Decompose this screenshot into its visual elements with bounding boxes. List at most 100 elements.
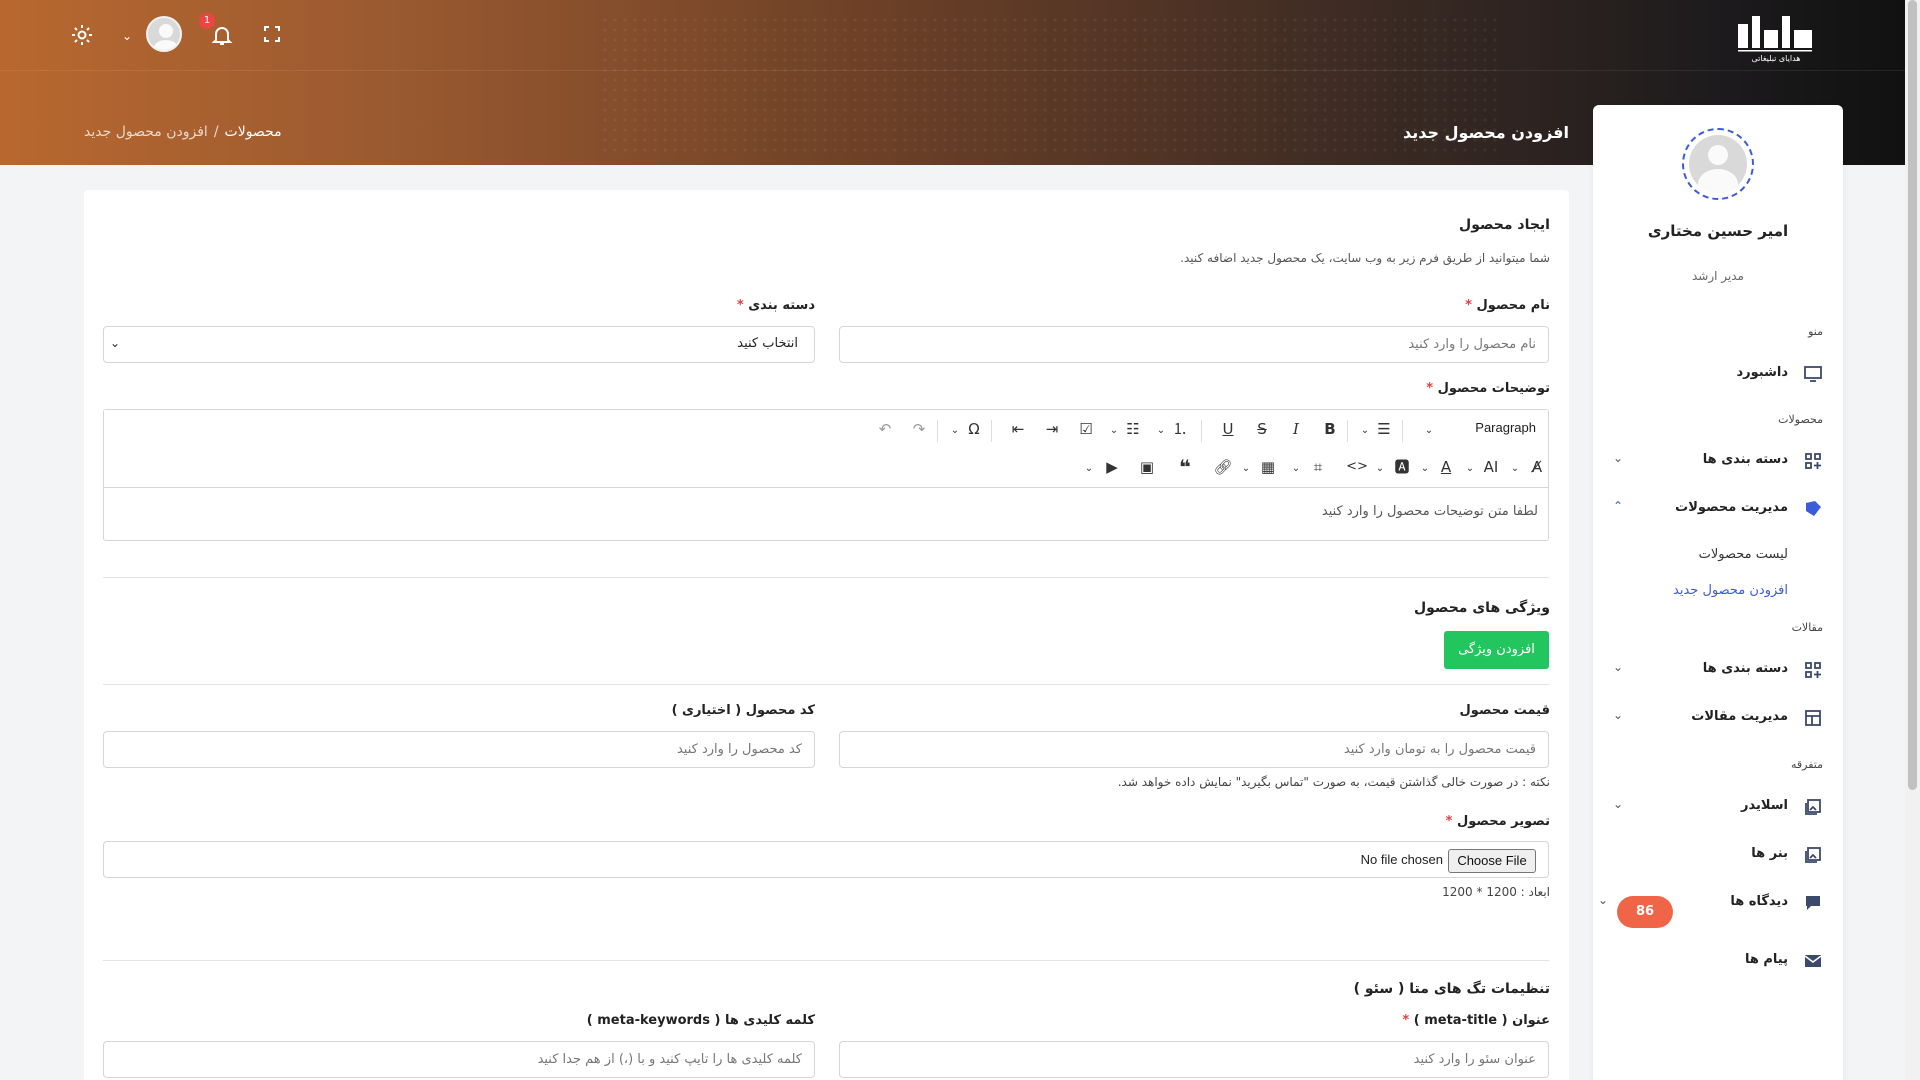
add-feature-button[interactable]: افزودن ویژگی: [1444, 631, 1549, 669]
user-role: مدیر ارشد: [1692, 269, 1744, 283]
divider: [103, 684, 1549, 685]
meta-keywords-input[interactable]: کلمه کلیدی ها را تایپ کنید و با (،) از ه…: [103, 1041, 815, 1078]
chevron-down-icon: ⌄: [1613, 451, 1624, 465]
image-icon[interactable]: ▣: [1135, 458, 1159, 478]
comments-count-badge: 86: [1617, 896, 1673, 928]
blockquote-icon[interactable]: ❝: [1173, 457, 1197, 478]
chevron-down-icon[interactable]: ⌄: [122, 24, 132, 48]
product-image-file-input[interactable]: Choose File No file chosen: [103, 841, 1549, 878]
logo[interactable]: هدایای تبلیغاتی: [1734, 10, 1818, 66]
numbered-list-icon[interactable]: ⒈: [1168, 420, 1192, 440]
choose-file-button[interactable]: Choose File: [1448, 849, 1536, 873]
toolbar-divider: [1201, 420, 1202, 442]
font-color-icon[interactable]: A: [1434, 458, 1458, 478]
font-background-color-icon[interactable]: 🅰: [1390, 458, 1414, 478]
meta-title-input[interactable]: عنوان سئو را وارد کنید: [839, 1041, 1549, 1078]
image-dimensions-note: ابعاد : 1200 * 1200: [1442, 885, 1550, 899]
product-code-input[interactable]: کد محصول را وارد کنید: [103, 731, 815, 768]
sidebar-item-label: دسته بندی ها: [1702, 661, 1788, 676]
chevron-down-icon[interactable]: ⌄: [1240, 460, 1252, 480]
undo-icon[interactable]: ↶: [873, 420, 897, 440]
world-map-pattern: [600, 15, 1500, 155]
images-icon: [1803, 797, 1823, 817]
italic-icon[interactable]: I: [1284, 420, 1308, 440]
sidebar-item-product-categories[interactable]: دسته بندی ها ⌄: [1613, 447, 1823, 477]
font-size-icon[interactable]: AI: [1479, 458, 1503, 478]
category-selected-value: انتخاب کنید: [737, 336, 798, 351]
code-icon[interactable]: <>: [1345, 458, 1369, 478]
sidebar-item-dashboard[interactable]: داشبورد: [1613, 360, 1823, 390]
chevron-down-icon[interactable]: ⌄: [1083, 460, 1095, 480]
comment-icon: [1803, 893, 1823, 913]
paragraph-format-dropdown[interactable]: Paragraph: [1475, 420, 1536, 435]
todo-list-icon[interactable]: ☑: [1074, 420, 1098, 440]
chevron-down-icon: ⌄: [1598, 893, 1609, 907]
sidebar-item-slider[interactable]: اسلایدر ⌄: [1613, 793, 1823, 823]
chevron-down-icon[interactable]: ⌄: [1464, 460, 1476, 480]
outdent-icon[interactable]: ⇤: [1006, 420, 1030, 440]
redo-icon[interactable]: ↷: [907, 420, 931, 440]
grid-icon: [1803, 660, 1823, 680]
sidebar-item-product-management[interactable]: مدیریت محصولات ⌃: [1613, 495, 1823, 525]
chevron-down-icon[interactable]: ⌄: [949, 422, 961, 442]
chevron-down-icon[interactable]: ⌄: [1290, 460, 1302, 480]
sidebar-item-label: دسته بندی ها: [1702, 452, 1788, 467]
breadcrumb-parent[interactable]: محصولات: [225, 124, 282, 140]
settings-icon[interactable]: [70, 23, 94, 52]
product-code-label: کد محصول ( اختیاری ): [671, 703, 815, 718]
chevron-down-icon[interactable]: ⌄: [1419, 460, 1431, 480]
product-description-label: توضیحات محصول *: [1426, 381, 1550, 396]
breadcrumb-separator: /: [213, 124, 219, 140]
remove-format-icon[interactable]: A̸: [1525, 458, 1549, 478]
section-articles: مقالات: [1791, 621, 1823, 634]
strikethrough-icon[interactable]: S: [1250, 420, 1274, 440]
chevron-down-icon: ⌄: [1613, 797, 1624, 811]
sidebar-subitem-product-list[interactable]: لیست محصولات: [1699, 547, 1788, 562]
chevron-down-icon: ⌄: [1613, 708, 1624, 722]
page-scrollbar[interactable]: [1905, 0, 1920, 1080]
price-input[interactable]: قیمت محصول را به تومان وارد کنید: [839, 731, 1549, 768]
chevron-down-icon[interactable]: ⌄: [1108, 422, 1120, 442]
link-icon[interactable]: 🔗︎: [1211, 458, 1235, 478]
align-right-icon[interactable]: ☰: [1372, 420, 1396, 440]
chevron-down-icon[interactable]: ⌄: [1374, 460, 1386, 480]
media-icon[interactable]: ▶: [1100, 458, 1124, 478]
chevron-down-icon[interactable]: ⌄: [1359, 422, 1371, 442]
rich-text-editor[interactable]: Paragraph ⌄ ☰ ⌄ B I S U ⒈ ⌄ ☷ ⌄ ☑ ⇥ ⇤ Ω …: [103, 409, 1549, 541]
divider: [103, 577, 1549, 578]
chevron-up-icon: ⌃: [1613, 499, 1624, 513]
chevron-down-icon[interactable]: ⌄: [1155, 422, 1167, 442]
sidebar-item-label: مدیریت محصولات: [1675, 500, 1788, 515]
avatar[interactable]: [146, 16, 182, 52]
special-characters-icon[interactable]: Ω: [962, 420, 986, 440]
features-title: ویژگی های محصول: [1414, 600, 1550, 616]
sidebar-item-label: مدیریت مقالات: [1691, 709, 1788, 724]
category-label: دسته بندی *: [736, 298, 815, 313]
chevron-down-icon[interactable]: ⌄: [1423, 422, 1435, 442]
underline-icon[interactable]: U: [1216, 420, 1240, 440]
sidebar-item-label: اسلایدر: [1741, 798, 1788, 813]
layout-icon: [1803, 708, 1823, 728]
product-name-input[interactable]: نام محصول را وارد کنید: [839, 326, 1549, 363]
toolbar-divider: [1347, 420, 1348, 442]
bulleted-list-icon[interactable]: ☷: [1121, 420, 1145, 440]
sidebar-subitem-add-product[interactable]: افزودن محصول جدید: [1673, 583, 1788, 598]
sidebar-item-banners[interactable]: بنر ها: [1613, 841, 1823, 871]
mail-icon: [1803, 951, 1823, 971]
table-icon[interactable]: ▦: [1256, 458, 1280, 478]
sidebar-item-label: پیام ها: [1744, 952, 1788, 967]
bell-icon[interactable]: [210, 23, 234, 52]
category-select[interactable]: انتخاب کنید ⌄: [103, 326, 815, 363]
fullscreen-icon[interactable]: [262, 24, 282, 49]
sidebar-item-messages[interactable]: پیام ها: [1613, 947, 1823, 977]
toolbar-divider: [991, 420, 992, 442]
page-title: افزودن محصول جدید: [1402, 123, 1569, 142]
source-editing-icon[interactable]: ⌗: [1306, 458, 1330, 478]
sidebar-item-article-categories[interactable]: دسته بندی ها ⌄: [1613, 656, 1823, 686]
sidebar-item-article-management[interactable]: مدیریت مقالات ⌄: [1613, 704, 1823, 734]
indent-icon[interactable]: ⇥: [1040, 420, 1064, 440]
bold-icon[interactable]: B: [1318, 420, 1342, 440]
scrollbar-thumb[interactable]: [1908, 0, 1917, 790]
grid-icon: [1803, 451, 1823, 471]
chevron-down-icon[interactable]: ⌄: [1509, 460, 1521, 480]
